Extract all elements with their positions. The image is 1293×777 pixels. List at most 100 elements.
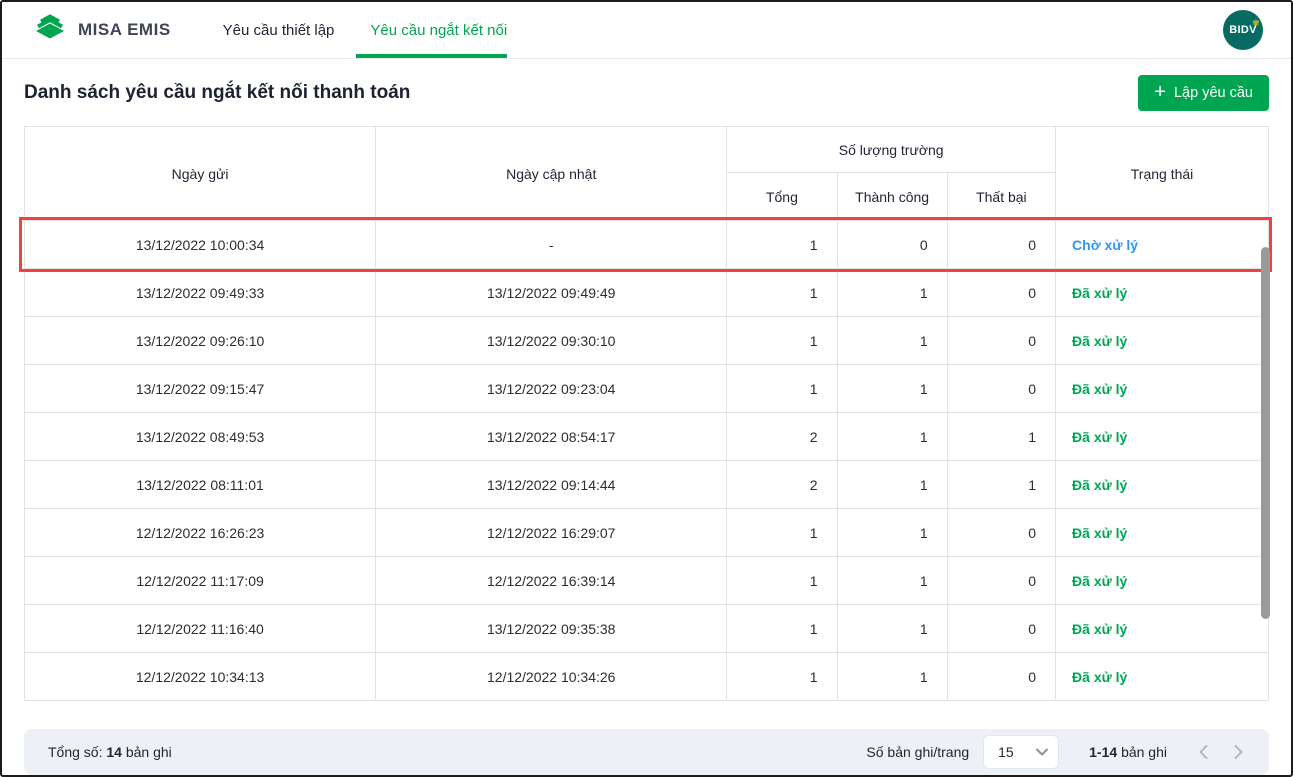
table-row[interactable]: 13/12/2022 08:11:01 13/12/2022 09:14:44 … — [23, 460, 1269, 509]
total-label: Tổng số: — [48, 744, 103, 760]
cell-failed: 0 — [946, 652, 1057, 701]
app-window: MISA EMIS Yêu cầu thiết lập Yêu cầu ngắt… — [0, 0, 1293, 777]
cell-updated-date: 12/12/2022 10:34:26 — [375, 652, 728, 701]
table-row[interactable]: 13/12/2022 09:49:33 13/12/2022 09:49:49 … — [23, 268, 1269, 317]
brand-logo: MISA EMIS — [32, 10, 171, 51]
cell-updated-date: 13/12/2022 09:14:44 — [375, 460, 728, 509]
cell-sent-date: 13/12/2022 08:11:01 — [23, 460, 377, 509]
cell-success: 1 — [836, 364, 948, 413]
cell-updated-date: 13/12/2022 09:35:38 — [375, 604, 728, 653]
table-row[interactable]: 12/12/2022 11:16:40 13/12/2022 09:35:38 … — [23, 604, 1269, 653]
cell-total: 1 — [726, 604, 838, 653]
cell-success: 1 — [836, 316, 948, 365]
cell-updated-date: 12/12/2022 16:29:07 — [375, 508, 728, 557]
cell-total: 1 — [726, 268, 838, 317]
cell-total: 1 — [726, 508, 838, 557]
table-row[interactable]: 13/12/2022 08:49:53 13/12/2022 08:54:17 … — [23, 412, 1269, 461]
total-suffix: bản ghi — [125, 744, 172, 760]
create-request-button[interactable]: + Lập yêu cầu — [1138, 75, 1269, 111]
col-header-updated-date: Ngày cập nhật — [375, 126, 728, 221]
cell-sent-date: 13/12/2022 08:49:53 — [23, 412, 377, 461]
cell-success: 0 — [836, 220, 948, 269]
create-request-button-label: Lập yêu cầu — [1173, 85, 1253, 101]
record-range-text: 1-14 bản ghi — [1089, 744, 1167, 760]
title-row: Danh sách yêu cầu ngắt kết nối thanh toá… — [24, 75, 1269, 111]
cell-status[interactable]: Đã xử lý — [1055, 364, 1269, 413]
cell-success: 1 — [836, 652, 948, 701]
header-tabs: Yêu cầu thiết lập Yêu cầu ngắt kết nối — [223, 2, 507, 58]
total-records-text: Tổng số: 14 bản ghi — [48, 744, 172, 760]
pager — [1199, 745, 1243, 759]
per-page-select[interactable]: 15 — [983, 735, 1060, 769]
record-range: 1-14 — [1089, 744, 1118, 760]
cell-updated-date: 13/12/2022 09:23:04 — [375, 364, 728, 413]
tab-disconnect-request[interactable]: Yêu cầu ngắt kết nối — [356, 2, 507, 58]
cell-failed: 0 — [946, 316, 1057, 365]
requests-table: Ngày gửi Ngày cập nhật Số lượng trường T… — [23, 126, 1269, 701]
cell-status[interactable]: Đã xử lý — [1055, 508, 1269, 557]
bidv-flower-icon: ✾ — [1252, 18, 1260, 28]
per-page-value: 15 — [998, 744, 1014, 760]
cell-failed: 0 — [946, 556, 1057, 605]
pagination-controls: Số bản ghi/trang 15 1-14 bản ghi — [866, 735, 1243, 769]
cell-status[interactable]: Đã xử lý — [1055, 316, 1269, 365]
cell-sent-date: 13/12/2022 10:00:34 — [23, 220, 377, 269]
cell-sent-date: 13/12/2022 09:15:47 — [23, 364, 377, 413]
cell-failed: 0 — [946, 604, 1057, 653]
cell-sent-date: 12/12/2022 16:26:23 — [23, 508, 377, 557]
col-header-sent-date: Ngày gửi — [23, 126, 377, 221]
cell-total: 1 — [726, 316, 838, 365]
cell-total: 1 — [726, 652, 838, 701]
table-row[interactable]: 13/12/2022 10:00:34 - 1 0 0 Chờ xử lý — [23, 220, 1269, 269]
col-header-fields-group: Số lượng trường — [726, 126, 1057, 173]
table-row[interactable]: 12/12/2022 11:17:09 12/12/2022 16:39:14 … — [23, 556, 1269, 605]
page-content: Danh sách yêu cầu ngắt kết nối thanh toá… — [2, 59, 1291, 716]
brand-name: MISA EMIS — [78, 20, 171, 39]
chevron-left-icon — [1199, 745, 1208, 759]
cell-status[interactable]: Đã xử lý — [1055, 460, 1269, 509]
cell-updated-date: 13/12/2022 09:49:49 — [375, 268, 728, 317]
cell-status[interactable]: Đã xử lý — [1055, 652, 1269, 701]
cell-success: 1 — [836, 556, 948, 605]
cell-success: 1 — [836, 412, 948, 461]
cell-sent-date: 12/12/2022 11:16:40 — [23, 604, 377, 653]
record-range-suffix: bản ghi — [1121, 744, 1167, 760]
cell-total: 2 — [726, 412, 838, 461]
cell-status[interactable]: Đã xử lý — [1055, 412, 1269, 461]
col-header-success: Thành công — [836, 172, 948, 221]
next-page-button[interactable] — [1234, 745, 1243, 759]
table-row[interactable]: 12/12/2022 16:26:23 12/12/2022 16:29:07 … — [23, 508, 1269, 557]
cell-sent-date: 12/12/2022 11:17:09 — [23, 556, 377, 605]
cell-updated-date: 13/12/2022 08:54:17 — [375, 412, 728, 461]
misa-emis-logo-icon — [32, 10, 68, 51]
cell-sent-date: 12/12/2022 10:34:13 — [23, 652, 377, 701]
cell-status[interactable]: Đã xử lý — [1055, 556, 1269, 605]
chevron-right-icon — [1234, 745, 1243, 759]
cell-failed: 0 — [946, 364, 1057, 413]
total-count: 14 — [106, 744, 122, 760]
cell-updated-date: 13/12/2022 09:30:10 — [375, 316, 728, 365]
cell-total: 1 — [726, 556, 838, 605]
cell-status[interactable]: Đã xử lý — [1055, 604, 1269, 653]
table-row[interactable]: 13/12/2022 09:26:10 13/12/2022 09:30:10 … — [23, 316, 1269, 365]
cell-status[interactable]: Chờ xử lý — [1055, 220, 1269, 269]
cell-status[interactable]: Đã xử lý — [1055, 268, 1269, 317]
avatar[interactable]: BIDV ✾ — [1223, 10, 1263, 50]
cell-total: 1 — [726, 220, 838, 269]
cell-failed: 0 — [946, 508, 1057, 557]
app-header: MISA EMIS Yêu cầu thiết lập Yêu cầu ngắt… — [2, 2, 1291, 59]
cell-updated-date: - — [375, 220, 728, 269]
vertical-scrollbar-thumb[interactable] — [1261, 247, 1270, 619]
previous-page-button[interactable] — [1199, 745, 1208, 759]
table-row[interactable]: 12/12/2022 10:34:13 12/12/2022 10:34:26 … — [23, 652, 1269, 701]
col-header-failed: Thất bại — [946, 172, 1057, 221]
tab-setup-request[interactable]: Yêu cầu thiết lập — [223, 2, 335, 58]
table-body: 13/12/2022 10:00:34 - 1 0 0 Chờ xử lý 13… — [23, 220, 1269, 701]
cell-sent-date: 13/12/2022 09:26:10 — [23, 316, 377, 365]
cell-success: 1 — [836, 604, 948, 653]
cell-failed: 1 — [946, 460, 1057, 509]
table-row[interactable]: 13/12/2022 09:15:47 13/12/2022 09:23:04 … — [23, 364, 1269, 413]
cell-failed: 1 — [946, 412, 1057, 461]
cell-success: 1 — [836, 508, 948, 557]
col-header-status: Trạng thái — [1055, 126, 1269, 221]
